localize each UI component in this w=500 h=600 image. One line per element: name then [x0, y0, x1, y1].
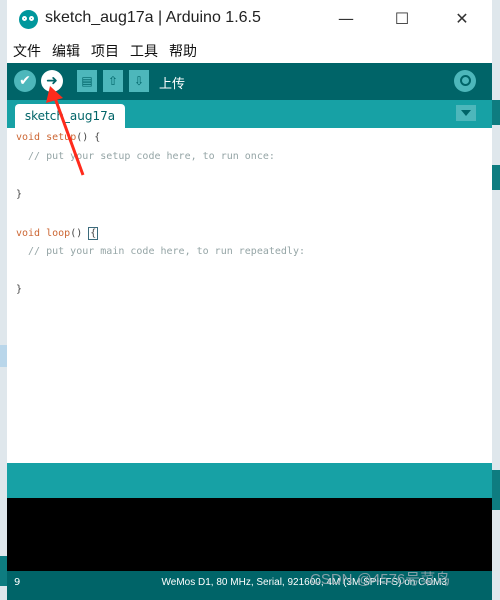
code-line: } — [16, 284, 22, 295]
code-keyword: void — [16, 228, 41, 239]
save-sketch-button[interactable]: ⇩ — [129, 70, 149, 92]
toolbar-hover-label: 上传 — [159, 77, 186, 92]
open-sketch-button[interactable]: ⇧ — [103, 70, 123, 92]
code-line: } — [16, 189, 22, 200]
code-comment: // put your main code here, to run repea… — [16, 246, 305, 257]
code-line: void loop() { — [16, 227, 99, 240]
console-output — [7, 498, 492, 571]
title-bar: sketch_aug17a | Arduino 1.6.5 — ☐ ✕ — [7, 0, 492, 37]
menu-bar: 文件 编辑 项目 工具 帮助 — [7, 38, 492, 62]
code-line: // put your setup code here, to run once… — [16, 151, 275, 162]
line-number: 9 — [14, 577, 21, 588]
menu-tools[interactable]: 工具 — [130, 41, 158, 61]
verify-button[interactable]: ✔ — [14, 70, 36, 92]
maximize-button[interactable]: ☐ — [383, 6, 421, 32]
close-button[interactable]: ✕ — [443, 6, 481, 32]
code-function-name: setup — [46, 132, 77, 143]
csdn-watermark: CSDN @4576号菜鸟 — [310, 571, 451, 588]
window-title: sketch_aug17a | Arduino 1.6.5 — [45, 9, 261, 26]
code-line: // put your main code here, to run repea… — [16, 246, 305, 257]
code-text: } — [16, 189, 23, 200]
arduino-logo-icon — [19, 10, 38, 29]
code-text: } — [16, 284, 23, 295]
code-line: void setup() { — [16, 132, 100, 143]
menu-file[interactable]: 文件 — [13, 41, 41, 61]
tab-menu-dropdown[interactable] — [456, 105, 476, 121]
message-area — [7, 463, 492, 498]
code-keyword: void — [16, 132, 41, 143]
arduino-window: sketch_aug17a | Arduino 1.6.5 — ☐ ✕ 文件 编… — [7, 0, 492, 600]
code-function-name: loop — [46, 228, 71, 239]
tab-sketch[interactable]: sketch_aug17a — [15, 104, 125, 128]
menu-help[interactable]: 帮助 — [169, 41, 197, 61]
new-sketch-button[interactable]: ▤ — [77, 70, 97, 92]
code-text: () { — [76, 132, 101, 143]
code-text: () — [70, 228, 89, 239]
menu-sketch[interactable]: 项目 — [91, 41, 119, 61]
toolbar: ✔ ➜ ▤ ⇧ ⇩ 上传 — [7, 63, 492, 100]
upload-button[interactable]: ➜ — [41, 70, 63, 92]
code-comment: // put your setup code here, to run once… — [16, 151, 275, 162]
minimize-button[interactable]: — — [327, 6, 365, 32]
serial-monitor-button[interactable] — [454, 70, 476, 92]
menu-edit[interactable]: 编辑 — [52, 41, 80, 61]
code-editor[interactable]: void setup() { // put your setup code he… — [9, 128, 490, 463]
code-cursor-brace: { — [88, 227, 99, 240]
tab-bar: sketch_aug17a — [7, 100, 492, 128]
